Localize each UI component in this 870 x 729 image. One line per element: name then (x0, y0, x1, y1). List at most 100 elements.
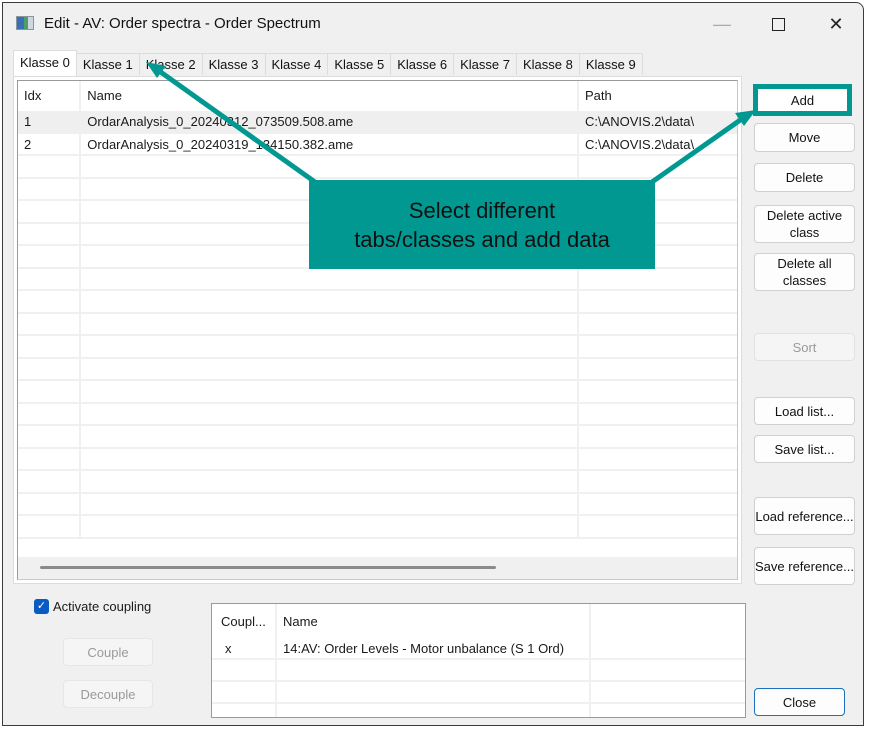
cell-name: OrdarAnalysis_0_20240319_134150.382.ame (81, 133, 579, 154)
table-row-empty[interactable] (18, 493, 737, 516)
cell-name (81, 516, 579, 537)
column-header-coupled[interactable]: Coupl... (212, 604, 277, 638)
column-header-name[interactable]: Name (81, 81, 579, 111)
maximize-icon (771, 17, 785, 31)
tab-klasse-0[interactable]: Klasse 0 (13, 50, 77, 76)
table-row-empty[interactable] (18, 291, 737, 314)
close-window-button[interactable]: ✕ (813, 9, 859, 39)
tab-klasse-8[interactable]: Klasse 8 (516, 53, 580, 75)
cell-path (579, 494, 737, 515)
cell-name (81, 291, 579, 312)
column-header-idx[interactable]: Idx (18, 81, 82, 111)
table-row[interactable]: 1 OrdarAnalysis_0_20240312_073509.508.ame… (18, 111, 737, 134)
cell-path (579, 156, 737, 177)
tab-panel: Idx Name Path 1 OrdarAnalysis_0_20240312_… (13, 76, 742, 584)
tab-klasse-9[interactable]: Klasse 9 (578, 53, 643, 75)
callout-line-1: Select different (408, 197, 556, 223)
minimize-icon: — (713, 13, 731, 34)
cell-path: C:\ANOVIS.2\data\ (584, 114, 695, 129)
cell-idx: 2 (18, 133, 82, 154)
cell-path (579, 426, 737, 447)
couple-button[interactable]: Couple (63, 638, 153, 666)
sort-button[interactable]: Sort (754, 333, 855, 361)
move-button[interactable]: Move (754, 123, 855, 152)
cell-idx (18, 201, 82, 222)
cell-name (81, 358, 579, 379)
table-row-empty[interactable] (18, 426, 737, 449)
cell-idx (18, 178, 82, 199)
cell-path (579, 336, 737, 357)
add-button[interactable]: Add (753, 84, 852, 116)
cell-name: 14:AV: Order Levels - Motor unbalance (S… (277, 638, 591, 658)
cell-idx (18, 493, 82, 514)
cell-path (579, 404, 737, 425)
table-row-empty[interactable] (18, 448, 737, 471)
cell-idx (18, 381, 82, 402)
close-button[interactable]: Close (754, 688, 845, 716)
minimize-button[interactable]: — (699, 9, 745, 39)
table-row-empty[interactable] (18, 268, 737, 291)
table-row-empty[interactable] (18, 516, 737, 539)
delete-active-class-button[interactable]: Delete active class (754, 205, 855, 243)
maximize-button[interactable] (755, 9, 801, 39)
cell-name: OrdarAnalysis_0_20240312_073509.508.ame (81, 111, 579, 132)
table-row-empty[interactable] (18, 156, 737, 179)
cell-name (81, 336, 579, 357)
file-table[interactable]: Idx Name Path 1 OrdarAnalysis_0_20240312_… (17, 80, 738, 580)
coupling-row-empty[interactable] (212, 660, 745, 682)
cell-idx (18, 291, 82, 312)
cell-idx (18, 336, 82, 357)
window-title: Edit - AV: Order spectra - Order Spectru… (44, 15, 321, 32)
save-list-button[interactable]: Save list... (754, 435, 855, 463)
close-icon: ✕ (828, 13, 844, 34)
cell-name (277, 682, 591, 702)
tab-klasse-4[interactable]: Klasse 4 (264, 53, 329, 75)
cell-path (579, 359, 737, 380)
delete-all-classes-button[interactable]: Delete all classes (754, 253, 855, 291)
load-reference-button[interactable]: Load reference... (754, 497, 855, 535)
table-row-empty[interactable] (18, 313, 737, 336)
table-row-empty[interactable] (18, 336, 737, 359)
cell-name (81, 448, 579, 469)
table-row[interactable]: 2 OrdarAnalysis_0_20240319_134150.382.ame… (18, 133, 737, 156)
cell-empty (591, 660, 745, 680)
cell-idx: 1 (18, 111, 82, 132)
tab-klasse-6[interactable]: Klasse 6 (390, 53, 455, 75)
cell-idx (18, 223, 82, 244)
coupling-row[interactable]: x 14:AV: Order Levels - Motor unbalance (… (212, 638, 745, 660)
scrollbar-thumb[interactable] (40, 566, 496, 569)
table-row-empty[interactable] (18, 403, 737, 426)
table-row-empty[interactable] (18, 471, 737, 494)
cell-path (579, 291, 737, 312)
activate-coupling-checkbox[interactable]: ✓ Activate coupling (34, 599, 151, 614)
coupling-row-empty[interactable] (212, 682, 745, 704)
checkbox-checked-icon[interactable]: ✓ (34, 599, 49, 614)
cell-name (277, 704, 591, 717)
coupling-row-empty[interactable] (212, 704, 745, 717)
tab-klasse-3[interactable]: Klasse 3 (201, 53, 266, 75)
horizontal-scrollbar[interactable] (18, 557, 737, 579)
tab-klasse-7[interactable]: Klasse 7 (453, 53, 517, 75)
tab-klasse-5[interactable]: Klasse 5 (327, 53, 392, 75)
column-header-path[interactable]: Path (579, 81, 737, 111)
cell-idx (18, 313, 82, 334)
class-tabs: Klasse 0 Klasse 1 Klasse 2 Klasse 3 Klas… (13, 50, 643, 76)
cell-idx (18, 516, 82, 537)
decouple-button[interactable]: Decouple (63, 680, 153, 708)
app-window-icon (16, 16, 34, 30)
table-row-empty[interactable] (18, 381, 737, 404)
annotation-callout: Select different tabs/classes and add da… (309, 180, 655, 269)
cell-path: C:\ANOVIS.2\data\ (584, 136, 695, 152)
cell-name (81, 381, 579, 402)
column-header-name[interactable]: Name (277, 604, 591, 638)
save-reference-button[interactable]: Save reference... (754, 547, 855, 585)
load-list-button[interactable]: Load list... (754, 397, 855, 425)
cell-name (277, 660, 591, 680)
tab-klasse-2[interactable]: Klasse 2 (138, 53, 203, 75)
delete-button[interactable]: Delete (754, 163, 855, 192)
title-bar[interactable]: Edit - AV: Order spectra - Order Spectru… (3, 3, 863, 43)
tab-klasse-1[interactable]: Klasse 1 (75, 53, 140, 75)
coupling-table[interactable]: Coupl... Name x 14:AV: Order Levels - Mot… (211, 603, 746, 718)
table-row-empty[interactable] (18, 358, 737, 381)
cell-idx (18, 156, 82, 177)
